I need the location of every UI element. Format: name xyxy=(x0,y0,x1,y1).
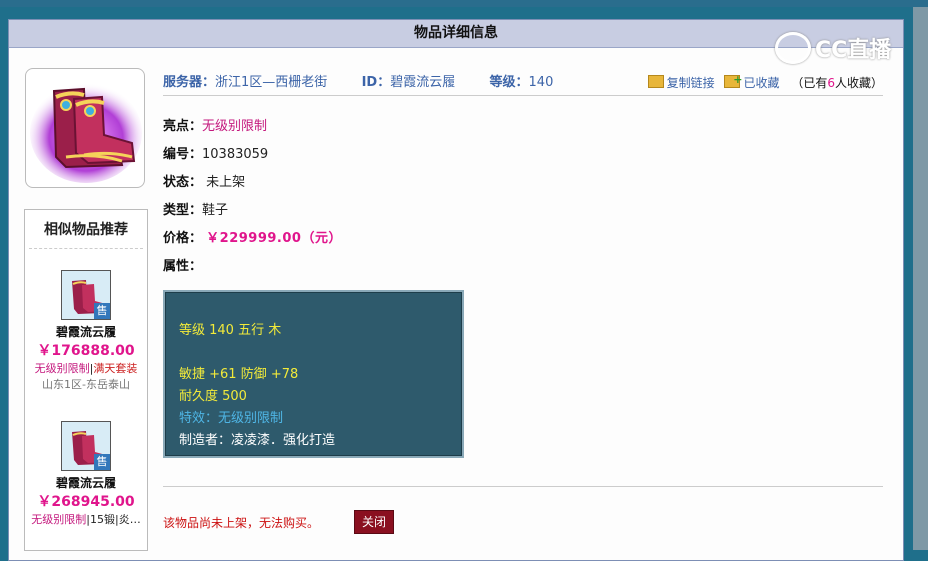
status-row: 状态： 未上架 xyxy=(163,169,342,197)
level-label: 等级： xyxy=(489,75,529,90)
number-label: 编号： xyxy=(163,147,203,162)
sell-tag: 售 xyxy=(94,454,110,470)
number-value: 10383059 xyxy=(202,147,269,162)
attr-line-stats: 敏捷 +61 防御 +78 xyxy=(179,367,299,382)
fav-count-number: 6 xyxy=(827,76,835,90)
item-info-bar: 服务器：浙江1区—西栅老街 ID：碧霞流云履 等级：140 复制链接 已收藏 （… xyxy=(163,68,883,96)
recommend-tags: 无级别限制|15锻|炎… xyxy=(25,511,147,527)
status-label: 状态： xyxy=(163,175,203,190)
type-label: 类型： xyxy=(163,203,203,218)
attr-line-maker: 制造者：凌凌漆．强化打造 xyxy=(179,433,336,448)
attribute-box: 等级 140 五行 木 敏捷 +61 防御 +78 耐久度 500 特效：无级别… xyxy=(163,290,464,458)
recommend-tags: 无级别限制|满天套装 xyxy=(25,360,147,376)
id-label: ID： xyxy=(361,75,391,90)
watermark: CC直播 xyxy=(775,28,891,68)
recommend-name[interactable]: 碧霞流云履 xyxy=(25,323,147,340)
recommend-server: 山东1区-东岳泰山 xyxy=(42,378,130,391)
level-value: 140 xyxy=(528,75,554,90)
recommend-name[interactable]: 碧霞流云履 xyxy=(25,474,147,491)
server-label: 服务器： xyxy=(163,75,216,90)
price-row: 价格： ￥229999.00（元） xyxy=(163,225,342,253)
recommend-tag: 满天套装 xyxy=(93,362,138,375)
recommend-price: ￥268945.00 xyxy=(37,494,135,510)
watermark-text: CC直播 xyxy=(815,38,892,63)
panel-title: 物品详细信息 xyxy=(9,20,903,48)
favorite-button[interactable]: 已收藏 xyxy=(724,68,780,92)
recommend-thumb[interactable]: 售 xyxy=(61,421,111,471)
highlight-label: 亮点： xyxy=(163,119,203,134)
type-value: 鞋子 xyxy=(202,203,229,218)
cc-logo-icon xyxy=(775,32,811,64)
divider xyxy=(163,486,883,487)
price-value: ￥229999.00（元） xyxy=(206,231,342,246)
number-row: 编号：10383059 xyxy=(163,141,342,169)
recommend-tag: 无级别限制 xyxy=(31,513,87,526)
purchase-notice: 该物品尚未上架，无法购买。 xyxy=(163,516,320,530)
folder-icon xyxy=(647,75,664,88)
highlight-value: 无级别限制 xyxy=(202,119,268,134)
recommend-price: ￥176888.00 xyxy=(37,343,135,359)
favorite-count: （已有6人收藏） xyxy=(791,76,883,90)
server-value: 浙江1区—西栅老街 xyxy=(215,75,328,90)
highlight-row: 亮点：无级别限制 xyxy=(163,113,342,141)
type-row: 类型：鞋子 xyxy=(163,197,342,225)
top-strip xyxy=(0,0,928,7)
favorite-label: 已收藏 xyxy=(743,76,780,90)
folder-add-icon xyxy=(724,68,742,92)
copy-link-label: 复制链接 xyxy=(666,76,715,90)
attr-line-durability: 耐久度 500 xyxy=(179,389,247,404)
item-image xyxy=(25,68,145,188)
id-value: 碧霞流云履 xyxy=(390,75,456,90)
item-properties: 亮点：无级别限制 编号：10383059 状态： 未上架 类型：鞋子 价格： ￥… xyxy=(163,113,342,281)
price-label: 价格： xyxy=(163,231,203,246)
recommend-box: 相似物品推荐 售 碧霞流云履 ￥176888.00 无级别限制|满天套装 山东1… xyxy=(24,209,148,551)
recommend-item[interactable]: 售 碧霞流云履 ￥176888.00 无级别限制|满天套装 山东1区-东岳泰山 xyxy=(25,270,147,392)
status-value: 未上架 xyxy=(206,175,246,190)
recommend-thumb[interactable]: 售 xyxy=(61,270,111,320)
attr-row: 属性： xyxy=(163,253,342,281)
attr-label: 属性： xyxy=(163,259,203,274)
recommend-tag: 无级别限制 xyxy=(34,362,90,375)
attr-line-effect: 特效：无级别限制 xyxy=(179,411,284,426)
fav-suffix: 人收藏） xyxy=(834,76,883,90)
fav-prefix: （已有 xyxy=(791,76,828,90)
copy-link-button[interactable]: 复制链接 xyxy=(647,75,715,90)
recommend-title: 相似物品推荐 xyxy=(29,210,143,249)
sell-tag: 售 xyxy=(94,303,110,319)
close-button[interactable]: 关闭 xyxy=(354,510,394,534)
right-edge xyxy=(913,7,928,550)
recommend-tag: 15锻|炎… xyxy=(90,513,141,526)
item-actions: 复制链接 已收藏 （已有6人收藏） xyxy=(642,68,883,95)
attr-line-level: 等级 140 五行 木 xyxy=(179,323,282,338)
boots-icon xyxy=(30,83,142,183)
recommend-item[interactable]: 售 碧霞流云履 ￥268945.00 无级别限制|15锻|炎… xyxy=(25,421,147,527)
